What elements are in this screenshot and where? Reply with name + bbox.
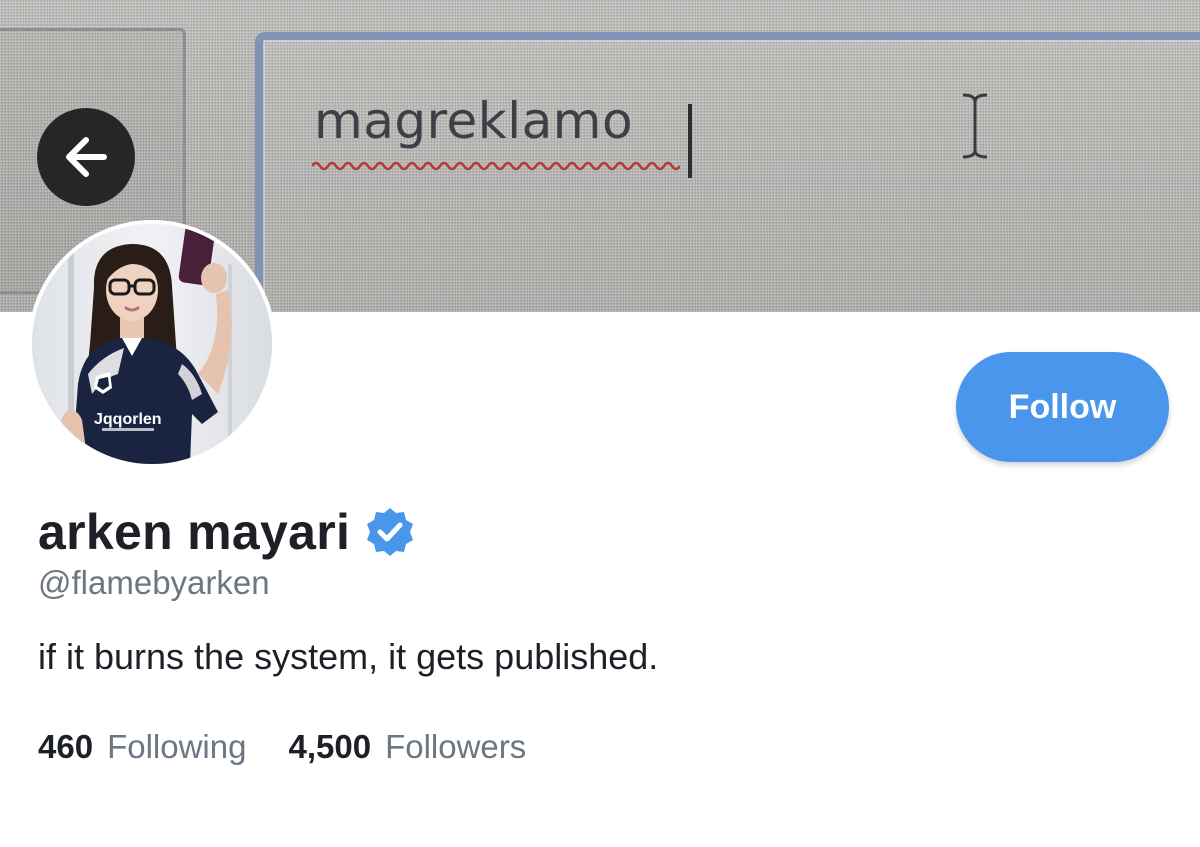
bio: if it burns the system, it gets publishe… (38, 636, 659, 677)
display-name-row: arken mayari (38, 502, 416, 562)
following-stat[interactable]: 460 Following (38, 728, 246, 766)
follow-button[interactable]: Follow (956, 352, 1169, 462)
avatar[interactable]: Jqqorlen (28, 220, 276, 468)
banner-text-field (255, 32, 1200, 312)
following-count: 460 (38, 728, 94, 765)
followers-stat[interactable]: 4,500 Followers (288, 728, 526, 766)
followers-count: 4,500 (288, 728, 372, 765)
banner-typed-text: magreklamo (314, 92, 634, 150)
display-name: arken mayari (38, 504, 351, 560)
ibeam-cursor-icon (962, 93, 988, 159)
profile-stats: 460 Following 4,500 Followers (38, 728, 568, 766)
profile-page: magreklamo Jqqorlen Follow arken mayari … (0, 0, 1200, 847)
spellcheck-underline (312, 161, 680, 171)
arrow-left-icon (66, 137, 107, 177)
avatar-photo: Jqqorlen (32, 224, 272, 464)
followers-label: Followers (385, 728, 527, 765)
handle: @flamebyarken (38, 564, 270, 601)
verified-badge-icon (367, 508, 414, 556)
text-caret (688, 104, 692, 178)
avatar-jersey-text: Jqqorlen (94, 411, 162, 428)
following-label: Following (107, 728, 247, 765)
back-button[interactable] (37, 108, 135, 206)
